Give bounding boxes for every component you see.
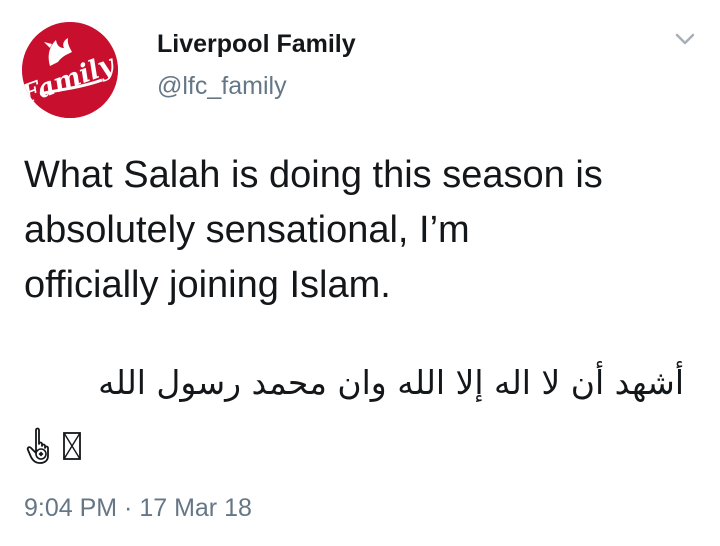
tweet-text-line: absolutely sensational, I’m xyxy=(24,209,470,251)
tweet-card: Family Liverpool Family @lfc_family What… xyxy=(0,0,720,546)
tweet-timestamp[interactable]: 9:04 PM · 17 Mar 18 xyxy=(24,494,252,523)
author-handle[interactable]: @lfc_family xyxy=(157,72,287,101)
emoji-row xyxy=(26,424,88,468)
missing-glyph-icon xyxy=(62,427,88,465)
tweet-text-line: officially joining Islam. xyxy=(24,264,391,306)
tweet-arabic-text: أشهد أن لا اله إلا الله وان محمد رسول ال… xyxy=(98,363,684,402)
chevron-down-icon[interactable] xyxy=(672,28,698,50)
tweet-text-line: What Salah is doing this season is xyxy=(24,154,603,196)
author-name[interactable]: Liverpool Family xyxy=(157,30,356,59)
avatar[interactable]: Family xyxy=(22,22,118,118)
tweet-text: What Salah is doing this season is absol… xyxy=(24,148,704,313)
lfc-family-logo-icon: Family xyxy=(22,22,118,118)
pointing-hand-icon xyxy=(26,427,52,465)
